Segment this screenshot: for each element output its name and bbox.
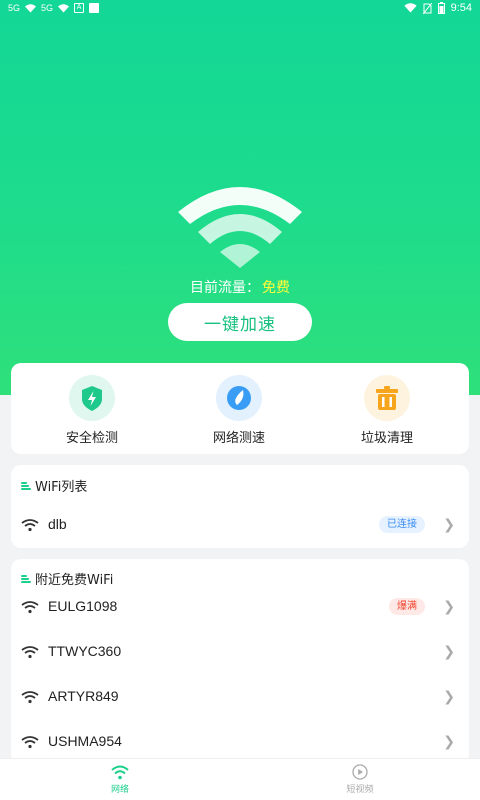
battery-icon <box>437 2 445 14</box>
tool-speed-test[interactable]: 网络测速 <box>179 375 299 446</box>
wifi-icon <box>403 3 417 13</box>
tools-card: 安全检测 网络测速 垃圾清理 <box>11 363 469 454</box>
chevron-right-icon: ❯ <box>443 644 455 660</box>
traffic-label: 目前流量： <box>190 280 260 296</box>
shield-lightning-icon <box>69 375 115 421</box>
wifi-icon <box>21 519 39 532</box>
wifi-icon <box>21 691 39 704</box>
wifi-icon <box>25 3 37 12</box>
status-left: 5G 5G A <box>8 3 100 13</box>
status-badge: 已连接 <box>379 516 425 533</box>
tab-label: 短视频 <box>346 785 374 795</box>
tool-security-check[interactable]: 安全检测 <box>32 375 152 446</box>
boost-button[interactable]: 一键加速 <box>168 303 312 341</box>
nearby-wifi-card: 附近免费WiFi EULG1098 爆满 ❯ TTWYC360 ❯ ARTYR8… <box>11 559 469 764</box>
wifi-list-card: WiFi列表 dlb 已连接 ❯ <box>11 465 469 548</box>
status-badge: 爆满 <box>389 598 425 615</box>
wifi-icon <box>178 187 302 268</box>
tab-network[interactable]: 网络 <box>80 764 160 795</box>
list-item[interactable]: TTWYC360 ❯ <box>11 631 469 675</box>
wifi-name: ARTYR849 <box>48 688 119 704</box>
wifi-icon <box>58 3 70 12</box>
tool-label: 安全检测 <box>65 431 118 446</box>
status-bar: 5G 5G A 9:54 <box>0 0 480 20</box>
chevron-right-icon: ❯ <box>443 599 455 615</box>
status-right: 9:54 <box>403 2 472 14</box>
wifi-name: USHMA954 <box>48 733 122 749</box>
app-a-icon: A <box>74 3 85 13</box>
network-type-1: 5G <box>8 3 21 13</box>
app-icon <box>89 3 100 13</box>
tool-junk-clean[interactable]: 垃圾清理 <box>327 375 447 446</box>
traffic-info: 目前流量： 免费 <box>0 277 480 297</box>
chevron-right-icon: ❯ <box>443 689 455 705</box>
wifi-name: dlb <box>48 516 67 532</box>
wifi-icon <box>21 736 39 749</box>
tab-short-video[interactable]: 短视频 <box>320 764 400 795</box>
section-bars-icon <box>21 481 31 490</box>
play-icon <box>352 764 368 780</box>
wifi-name: EULG1098 <box>48 598 118 614</box>
wifi-icon <box>111 765 129 780</box>
speed-icon <box>216 375 262 421</box>
traffic-value: 免费 <box>262 280 290 296</box>
chevron-right-icon: ❯ <box>443 517 455 533</box>
list-item[interactable]: EULG1098 爆满 ❯ <box>11 586 469 630</box>
wifi-list-title: WiFi列表 <box>35 480 88 495</box>
list-item[interactable]: dlb 已连接 ❯ <box>11 504 469 548</box>
section-title: WiFi列表 <box>21 476 87 495</box>
tool-label: 垃圾清理 <box>360 431 413 446</box>
tool-label: 网络测速 <box>212 431 265 446</box>
bottom-tab-bar: 网络 短视频 <box>0 758 480 800</box>
chevron-right-icon: ❯ <box>443 734 455 750</box>
wifi-icon <box>21 646 39 659</box>
list-item[interactable]: ARTYR849 ❯ <box>11 676 469 720</box>
network-type-2: 5G <box>41 3 54 13</box>
wifi-icon <box>21 601 39 614</box>
section-bars-icon <box>21 574 31 583</box>
clock: 9:54 <box>450 2 472 14</box>
wifi-name: TTWYC360 <box>48 643 122 659</box>
no-sim-icon <box>422 2 432 14</box>
trash-icon <box>364 375 410 421</box>
tab-label: 网络 <box>110 785 129 795</box>
